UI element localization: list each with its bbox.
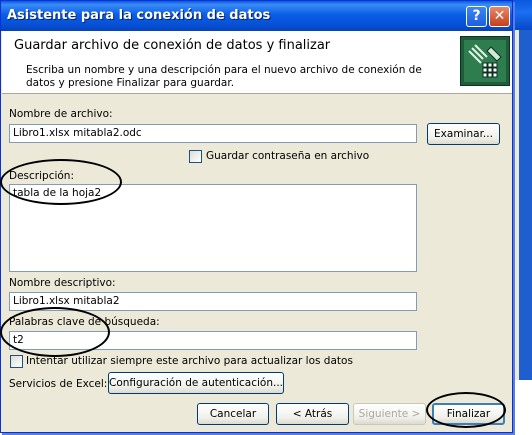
wizard-header: Guardar archivo de conexión de datos y f… [2, 31, 512, 94]
always-use-file-label: Intentar utilizar siempre este archivo p… [26, 355, 353, 367]
page-description: Escriba un nombre y una descripción para… [26, 64, 422, 89]
save-password-checkbox[interactable] [189, 150, 202, 163]
finish-button[interactable]: Finalizar [432, 403, 505, 425]
keywords-input[interactable]: t2 [9, 331, 417, 350]
filename-label: Nombre de archivo: [9, 108, 113, 120]
excel-services-label: Servicios de Excel: [9, 378, 108, 390]
back-button[interactable]: < Atrás [276, 403, 349, 425]
page-title: Guardar archivo de conexión de datos y f… [14, 38, 331, 53]
close-button[interactable]: ✕ [489, 6, 510, 27]
background-window-edge [519, 30, 532, 380]
cancel-button[interactable]: Cancelar [197, 403, 269, 425]
browse-button[interactable]: Examinar... [427, 123, 500, 145]
help-button[interactable]: ? [466, 6, 487, 27]
data-connection-wizard-icon [460, 36, 510, 86]
next-button[interactable]: Siguiente > [353, 403, 426, 425]
description-label: Descripción: [9, 170, 74, 182]
friendly-name-input[interactable]: Libro1.xlsx mitabla2 [9, 292, 417, 311]
authentication-settings-button[interactable]: Configuración de autenticación... [108, 372, 284, 394]
title-bar[interactable]: Asistente para la conexión de datos ? ✕ [1, 1, 512, 31]
help-icon: ? [472, 8, 481, 24]
friendly-name-label: Nombre descriptivo: [9, 277, 116, 289]
description-textarea[interactable]: tabla de la hoja2 [9, 184, 417, 272]
filename-input[interactable]: Libro1.xlsx mitabla2.odc [9, 124, 417, 143]
keywords-label: Palabras clave de búsqueda: [9, 316, 160, 328]
save-password-label: Guardar contraseña en archivo [206, 150, 370, 162]
data-connection-wizard-dialog: Asistente para la conexión de datos ? ✕ … [0, 0, 513, 433]
close-icon: ✕ [493, 8, 506, 24]
always-use-file-checkbox[interactable] [10, 355, 23, 368]
window-title: Asistente para la conexión de datos [7, 8, 271, 23]
